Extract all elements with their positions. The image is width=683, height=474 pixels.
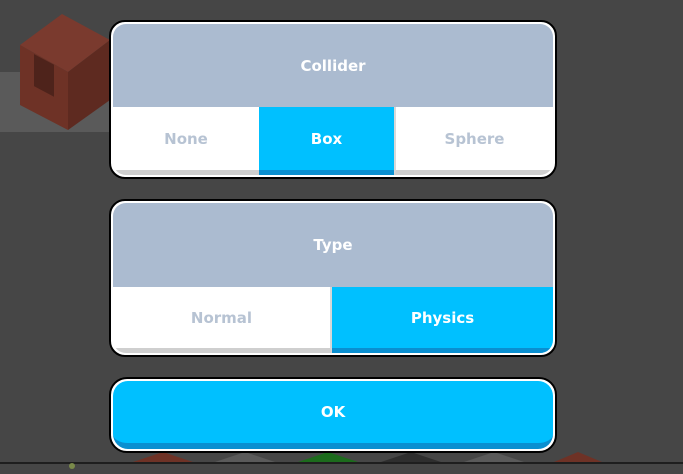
type-panel: Type Normal Physics (109, 199, 557, 357)
type-option-physics[interactable]: Physics (332, 287, 553, 353)
collider-title: Collider (113, 24, 553, 107)
type-title: Type (113, 203, 553, 287)
type-option-normal[interactable]: Normal (113, 287, 332, 353)
collider-option-box[interactable]: Box (259, 107, 394, 175)
ok-button-label: OK (113, 381, 553, 449)
collider-option-none[interactable]: None (113, 107, 259, 175)
type-panel-body: Type Normal Physics (113, 203, 553, 353)
collider-options: None Box Sphere (113, 107, 553, 175)
collider-option-sphere[interactable]: Sphere (394, 107, 553, 175)
collider-panel-body: Collider None Box Sphere (113, 24, 553, 175)
type-options: Normal Physics (113, 287, 553, 353)
collider-panel: Collider None Box Sphere (109, 20, 557, 179)
ok-button[interactable]: OK (109, 377, 557, 453)
